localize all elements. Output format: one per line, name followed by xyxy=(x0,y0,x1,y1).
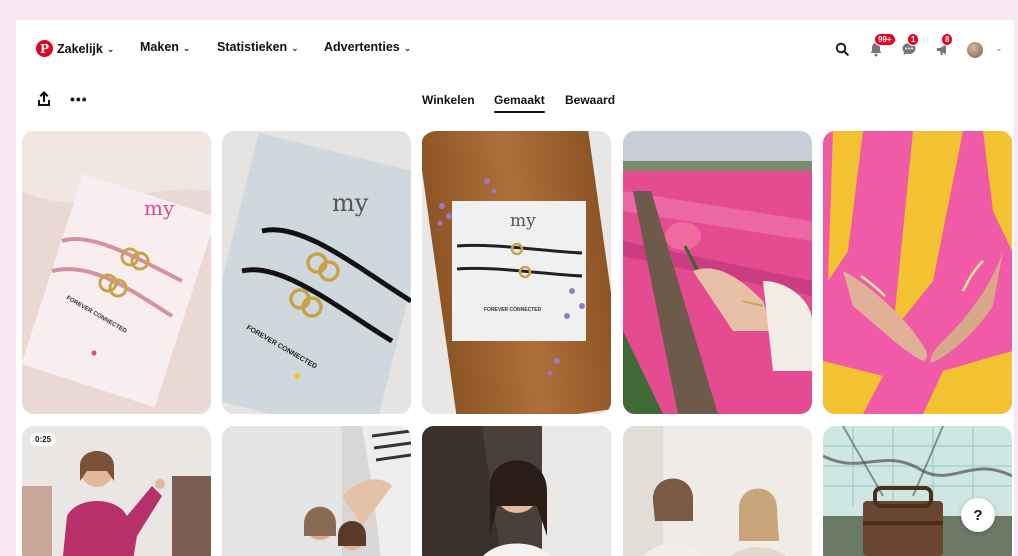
video-duration-badge: 0:25 xyxy=(30,433,57,446)
share-upload-icon xyxy=(38,91,50,106)
nav-label-maken: Maken xyxy=(140,40,179,54)
nav-label-statistieken: Statistieken xyxy=(217,40,288,54)
more-options-button[interactable]: ••• xyxy=(70,90,88,110)
account-chevron-icon[interactable]: ⌄ xyxy=(995,43,1003,54)
pin-wooden-board-card[interactable]: my FOREVER CONNECTED xyxy=(422,131,611,414)
pin-friends-marble[interactable] xyxy=(222,426,411,556)
top-navigation: P Zakelijk ⌄ Maken ⌄ Statistieken ⌄ Adve… xyxy=(16,20,1014,76)
profile-page: P Zakelijk ⌄ Maken ⌄ Statistieken ⌄ Adve… xyxy=(16,20,1014,556)
nav-maken[interactable]: Maken ⌄ xyxy=(140,40,190,54)
pin-woman-portrait[interactable] xyxy=(422,426,611,556)
messages-badge: 1 xyxy=(907,33,920,46)
card-caption-text: FOREVER CONNECTED xyxy=(484,307,542,313)
profile-toolbar: ••• Winkelen Gemaakt Bewaard xyxy=(16,82,1014,122)
nav-label-advertenties: Advertenties xyxy=(324,40,400,54)
updates-button[interactable]: 8 xyxy=(932,33,954,60)
pin-image xyxy=(222,426,411,556)
chevron-down-icon: ⌄ xyxy=(106,44,115,54)
pin-black-bracelet-card[interactable]: my FOREVER CONNECTED xyxy=(222,131,411,414)
nav-advertenties[interactable]: Advertenties ⌄ xyxy=(324,40,411,54)
chevron-down-icon: ⌄ xyxy=(182,42,191,53)
card-brand-text: my xyxy=(510,211,536,231)
pin-handbag-tiles[interactable] xyxy=(823,426,1012,556)
pin-image: my FOREVER CONNECTED xyxy=(422,131,611,414)
chevron-down-icon: ⌄ xyxy=(403,42,412,53)
nav-zakelijk[interactable]: P Zakelijk ⌄ xyxy=(36,40,114,57)
search-icon xyxy=(835,42,849,56)
notifications-button[interactable]: 99+ xyxy=(865,33,896,60)
pin-image: my FOREVER CONNECTED xyxy=(22,131,211,414)
nav-label-zakelijk: Zakelijk xyxy=(57,41,103,56)
card-brand-text: my xyxy=(144,196,175,220)
tab-bewaard[interactable]: Bewaard xyxy=(565,93,615,107)
search-button[interactable] xyxy=(831,38,853,60)
tab-gemaakt[interactable]: Gemaakt xyxy=(494,93,545,113)
tab-winkelen[interactable]: Winkelen xyxy=(422,93,475,107)
card-brand-text: my xyxy=(332,189,369,217)
share-button[interactable] xyxy=(36,90,54,110)
pin-image xyxy=(422,426,611,556)
pin-pink-bracelet-card[interactable]: my FOREVER CONNECTED xyxy=(22,131,211,414)
pin-image xyxy=(623,426,812,556)
pin-video-boutique[interactable]: 0:25 xyxy=(22,426,211,556)
notifications-badge: 99+ xyxy=(874,33,896,46)
pin-two-women[interactable] xyxy=(623,426,812,556)
messages-button[interactable]: 1 xyxy=(898,33,920,60)
updates-badge: 8 xyxy=(941,33,954,46)
pin-image xyxy=(823,426,1012,556)
pin-tulip-field[interactable] xyxy=(623,131,812,414)
pinterest-logo-icon: P xyxy=(36,40,53,57)
chevron-down-icon: ⌄ xyxy=(291,42,299,53)
pin-image xyxy=(623,131,812,414)
nav-statistieken[interactable]: Statistieken ⌄ xyxy=(217,40,299,54)
help-button[interactable]: ? xyxy=(961,498,995,532)
pin-image xyxy=(823,131,1012,414)
pin-image: my FOREVER CONNECTED xyxy=(222,131,411,414)
account-avatar[interactable] xyxy=(967,42,983,58)
pin-pink-wall-hands[interactable] xyxy=(823,131,1012,414)
